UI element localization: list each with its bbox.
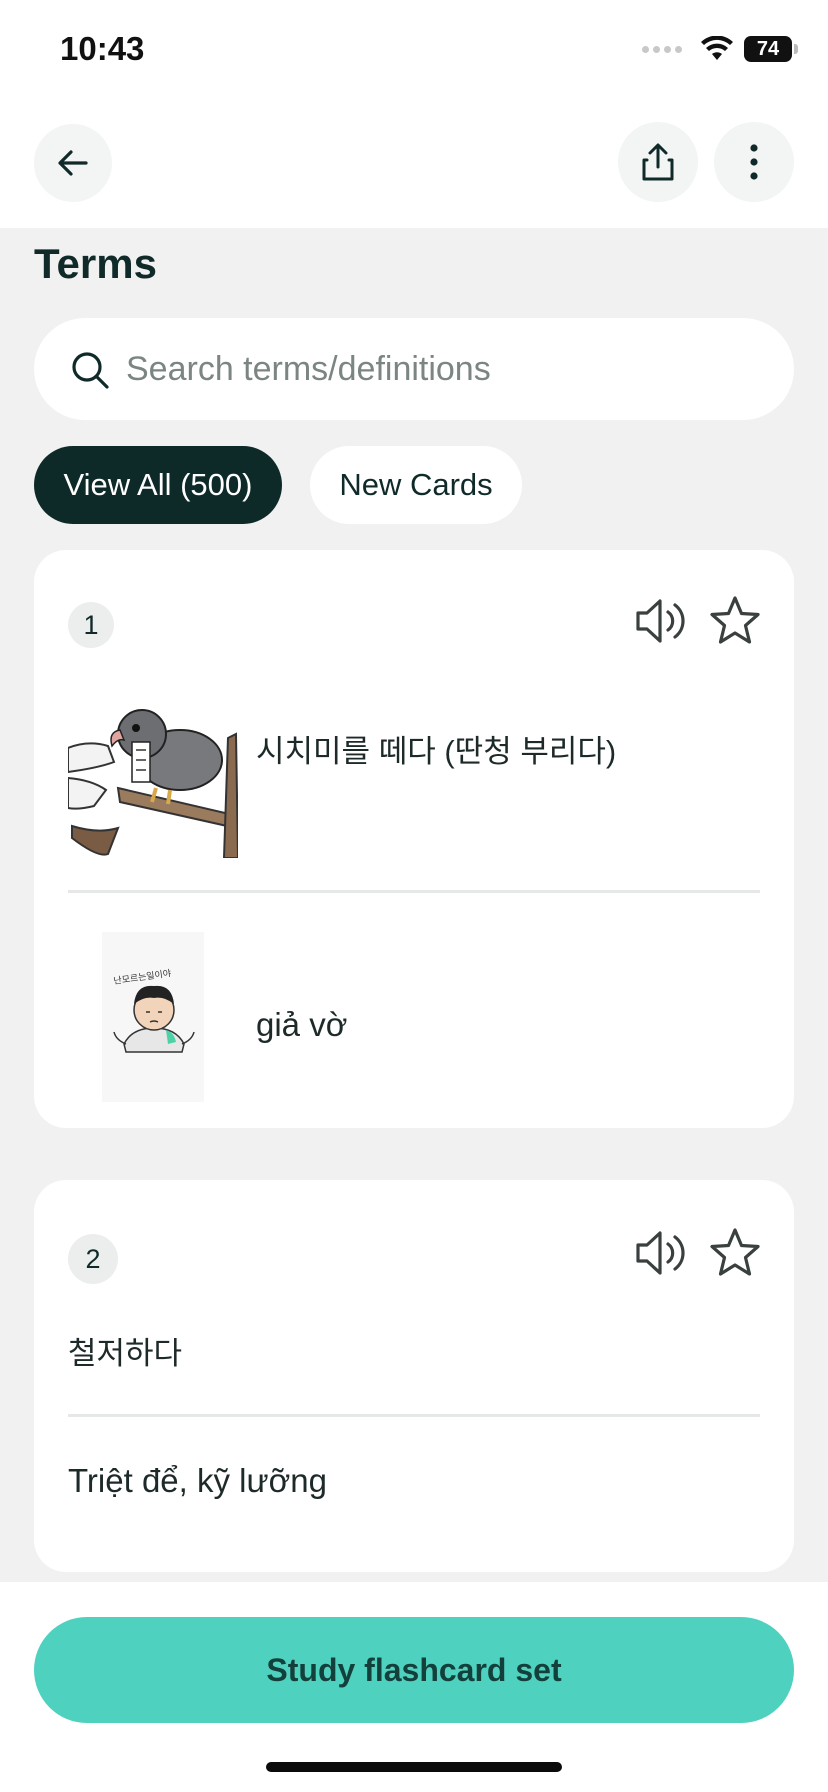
search-bar[interactable] [34, 318, 794, 420]
search-icon [72, 352, 109, 389]
term-image [68, 698, 238, 858]
section-title: Terms [34, 240, 157, 287]
status-bar: 10:43 74 [0, 0, 828, 100]
search-input[interactable] [126, 340, 756, 398]
more-options-button[interactable] [714, 122, 794, 202]
star-icon[interactable] [708, 1226, 762, 1280]
cellular-signal-icon [642, 45, 682, 53]
status-time: 10:43 [60, 30, 145, 67]
share-icon [642, 143, 674, 181]
star-icon[interactable] [708, 594, 762, 648]
status-icons: 74 [642, 34, 798, 64]
bottom-action-bar: Study flashcard set [0, 1582, 828, 1792]
wifi-icon [701, 36, 733, 60]
card-number-badge: 1 [68, 602, 114, 648]
term-text: 시치미를 떼다 (딴청 부리다) [256, 734, 617, 769]
definition-image: 난모르는일이야 [102, 932, 204, 1102]
speaker-icon[interactable] [634, 596, 688, 646]
card-number-badge: 2 [68, 1234, 118, 1284]
term-text: 철저하다 [68, 1336, 183, 1371]
arrow-left-icon [58, 150, 88, 176]
filter-view-all[interactable]: View All (500) [34, 446, 282, 524]
term-card: 1 시치미를 떼다 (딴청 부리다) 난모르는일이야 giả vờ [34, 550, 794, 1128]
top-nav-bar [0, 100, 828, 228]
more-vertical-icon [750, 144, 758, 180]
back-button[interactable] [34, 124, 112, 202]
card-divider [68, 1414, 760, 1417]
speaker-icon[interactable] [634, 1228, 688, 1278]
term-card: 2 철저하다 Triệt để, kỹ lưỡng [34, 1180, 794, 1572]
filter-new-cards[interactable]: New Cards [310, 446, 522, 524]
card-divider [68, 890, 760, 893]
definition-text: Triệt để, kỹ lưỡng [68, 1462, 327, 1499]
home-indicator [266, 1762, 562, 1772]
definition-text: giả vờ [256, 1006, 348, 1043]
battery-icon: 74 [744, 36, 798, 62]
share-button[interactable] [618, 122, 698, 202]
study-flashcard-set-button[interactable]: Study flashcard set [34, 1617, 794, 1723]
